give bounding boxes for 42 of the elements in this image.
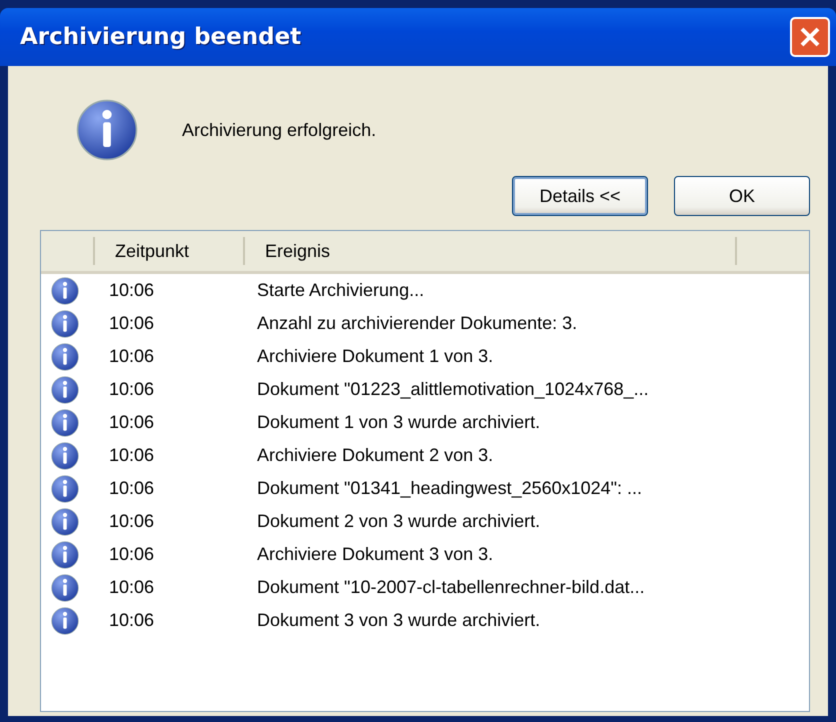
event-cell-text: Dokument 3 von 3 wurde archiviert. xyxy=(256,610,542,631)
event-cell-text: Anzahl zu archivierender Dokumente: 3. xyxy=(256,313,578,334)
event-cell-text: Starte Archivierung... xyxy=(256,280,426,301)
info-icon xyxy=(51,442,79,470)
info-icon xyxy=(51,508,79,536)
info-icon xyxy=(51,376,79,404)
time-cell-text: 10:06 xyxy=(108,478,156,499)
info-icon xyxy=(51,408,79,436)
event-cell-text: Archiviere Dokument 3 von 3. xyxy=(256,544,494,565)
ok-button[interactable]: OK xyxy=(674,176,810,216)
time-cell-text: 10:06 xyxy=(108,379,156,400)
info-icon xyxy=(51,276,79,304)
window-title: Archivierung beendet xyxy=(20,24,302,50)
time-cell-text: 10:06 xyxy=(108,511,156,532)
event-cell-text: Dokument "01341_headingwest_2560x1024": ... xyxy=(256,478,644,499)
time-cell-text: 10:06 xyxy=(108,544,156,565)
time-cell-text: 10:06 xyxy=(108,445,156,466)
column-header[interactable]: Ereignis xyxy=(245,240,330,262)
close-icon xyxy=(799,26,821,48)
event-cell-text: Archiviere Dokument 1 von 3. xyxy=(256,346,494,367)
column-header[interactable]: Zeitpunkt xyxy=(95,240,190,262)
message-text: Archivierung erfolgreich. xyxy=(182,120,376,140)
event-cell-text: Dokument "01223_alittlemotivation_1024x768_... xyxy=(256,379,650,400)
event-cell-text: Dokument 2 von 3 wurde archiviert. xyxy=(256,511,542,532)
info-icon xyxy=(51,474,79,502)
info-icon xyxy=(51,540,79,568)
event-cell-text: Dokument 1 von 3 wurde archiviert. xyxy=(256,412,542,433)
details-button[interactable]: Details << xyxy=(512,176,648,216)
time-cell-text: 10:06 xyxy=(108,313,156,334)
close-button[interactable] xyxy=(790,17,830,57)
time-cell-text: 10:06 xyxy=(108,610,156,631)
info-icon xyxy=(76,99,138,161)
event-cell-text: Dokument "10-2007-cl-tabellenrechner-bild.dat... xyxy=(256,577,646,598)
event-cell-text: Archiviere Dokument 2 von 3. xyxy=(256,445,494,466)
time-cell-text: 10:06 xyxy=(108,412,156,433)
time-cell-text: 10:06 xyxy=(108,346,156,367)
time-cell-text: 10:06 xyxy=(108,280,156,301)
info-icon xyxy=(51,574,79,602)
info-icon xyxy=(51,310,79,338)
time-cell-text: 10:06 xyxy=(108,577,156,598)
info-icon xyxy=(51,606,79,634)
info-icon xyxy=(51,342,79,370)
